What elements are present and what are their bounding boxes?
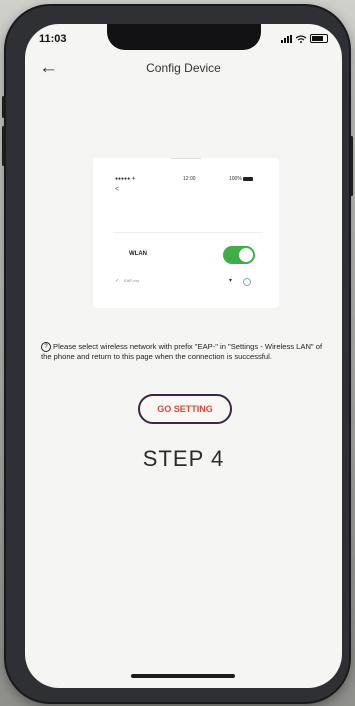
network-wifi-icon: ▾ [229, 278, 233, 284]
wlan-toggle-icon [223, 246, 255, 264]
nav-bar: ← Config Device [25, 58, 342, 82]
check-icon: ✓ [115, 278, 120, 284]
phone-frame: 11:03 ← Config Device ●●●●● ✈ 12:00 100% [2, 6, 353, 702]
power-button [350, 136, 353, 196]
network-row: ✓ EAP-xxx ▾ [115, 278, 265, 288]
notch [107, 24, 261, 50]
wifi-icon [296, 34, 306, 43]
cellular-signal-icon [281, 34, 292, 43]
go-setting-button[interactable]: GO SETTING [138, 394, 232, 424]
home-indicator[interactable] [131, 674, 235, 678]
illustration-back-icon: < [115, 186, 120, 193]
network-info-icon [243, 278, 251, 286]
network-name: EAP-xxx [124, 278, 140, 283]
page-title: Config Device [146, 61, 221, 75]
instruction-body: Please select wireless network with pref… [41, 342, 323, 361]
illustration-time: 12:00 [183, 176, 196, 182]
volume-down-button [2, 126, 5, 166]
help-icon: ? [41, 342, 51, 352]
wlan-settings-illustration: ●●●●● ✈ 12:00 100% < WLAN ✓ EAP-xxx ▾ [93, 158, 279, 308]
status-time: 11:03 [39, 33, 67, 45]
battery-icon [310, 34, 328, 43]
status-icons [281, 34, 328, 43]
illustration-signal: ●●●●● ✈ [115, 176, 136, 182]
phone-screen: 11:03 ← Config Device ●●●●● ✈ 12:00 100% [25, 24, 342, 688]
wlan-label: WLAN [129, 251, 147, 257]
illustration-battery-text: 100% [229, 176, 242, 182]
illustration-top-line [171, 158, 201, 159]
instruction-text: ? Please select wireless network with pre… [41, 342, 329, 362]
illustration-battery-icon [243, 177, 253, 181]
step-label: STEP 4 [142, 446, 225, 471]
volume-up-button [2, 96, 5, 118]
illustration-divider [113, 232, 263, 233]
